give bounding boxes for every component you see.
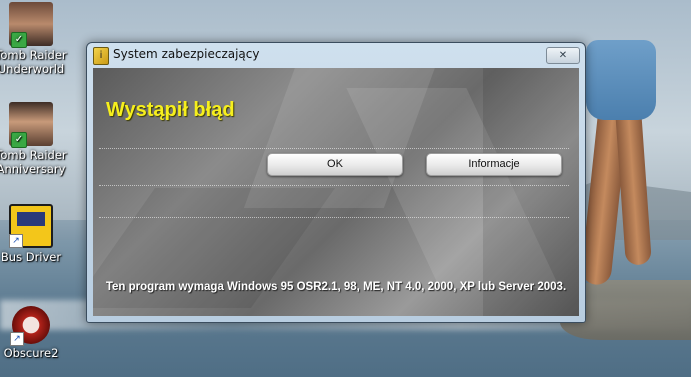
error-headline: Wystąpił błąd <box>106 99 235 121</box>
bus-driver-icon: ↗ <box>9 204 53 248</box>
bus-window-shape <box>17 212 45 226</box>
check-overlay-icon: ✓ <box>11 32 27 48</box>
shortcut-arrow-icon: ↗ <box>9 234 23 248</box>
close-button[interactable]: ✕ <box>546 47 580 64</box>
decor-shape <box>483 68 579 316</box>
dialog-titlebar[interactable]: i System zabezpieczający ✕ <box>87 43 585 67</box>
desktop-icon-bus-driver[interactable]: ↗ Bus Driver <box>0 204 70 264</box>
shortcut-arrow-icon: ↗ <box>10 332 24 346</box>
desktop-icon-obscure2[interactable]: ↗ Obscure2 <box>0 306 70 360</box>
obscure2-icon: ↗ <box>10 306 50 346</box>
info-button[interactable]: Informacje <box>426 153 562 176</box>
desktop-icon-tomb-raider-underworld[interactable]: ✓ Tomb Raider Underworld <box>0 2 70 76</box>
tomb-raider-underworld-icon: ✓ <box>9 2 53 48</box>
wallpaper-shorts <box>586 40 656 120</box>
divider <box>99 148 569 149</box>
divider <box>99 217 569 218</box>
tomb-raider-anniversary-icon: ✓ <box>9 102 53 148</box>
ok-button[interactable]: OK <box>267 153 403 176</box>
desktop-icon-label: Underworld <box>0 62 65 76</box>
divider <box>99 185 569 186</box>
desktop-icon-label: Tomb Raider <box>0 48 67 62</box>
error-message: Ten program wymaga Windows 95 OSR2.1, 98… <box>105 281 567 293</box>
security-dialog: i System zabezpieczający ✕ Wystąpił błąd… <box>86 42 586 323</box>
dialog-title: System zabezpieczający <box>113 47 260 61</box>
desktop-icon-label: Bus Driver <box>0 250 62 264</box>
desktop-icon-label: Tomb Raider <box>0 148 67 162</box>
dialog-content: Wystąpił błąd OK Informacje Ten program … <box>93 68 579 316</box>
desktop-icon-label: Anniversary <box>0 162 66 176</box>
app-icon: i <box>93 47 109 65</box>
wallpaper-leg <box>614 94 652 266</box>
desktop-icon-tomb-raider-anniversary[interactable]: ✓ Tomb Raider Anniversary <box>0 102 70 176</box>
wallpaper-person <box>578 0 658 290</box>
check-overlay-icon: ✓ <box>11 132 27 148</box>
desktop-icon-label: Obscure2 <box>3 346 59 360</box>
